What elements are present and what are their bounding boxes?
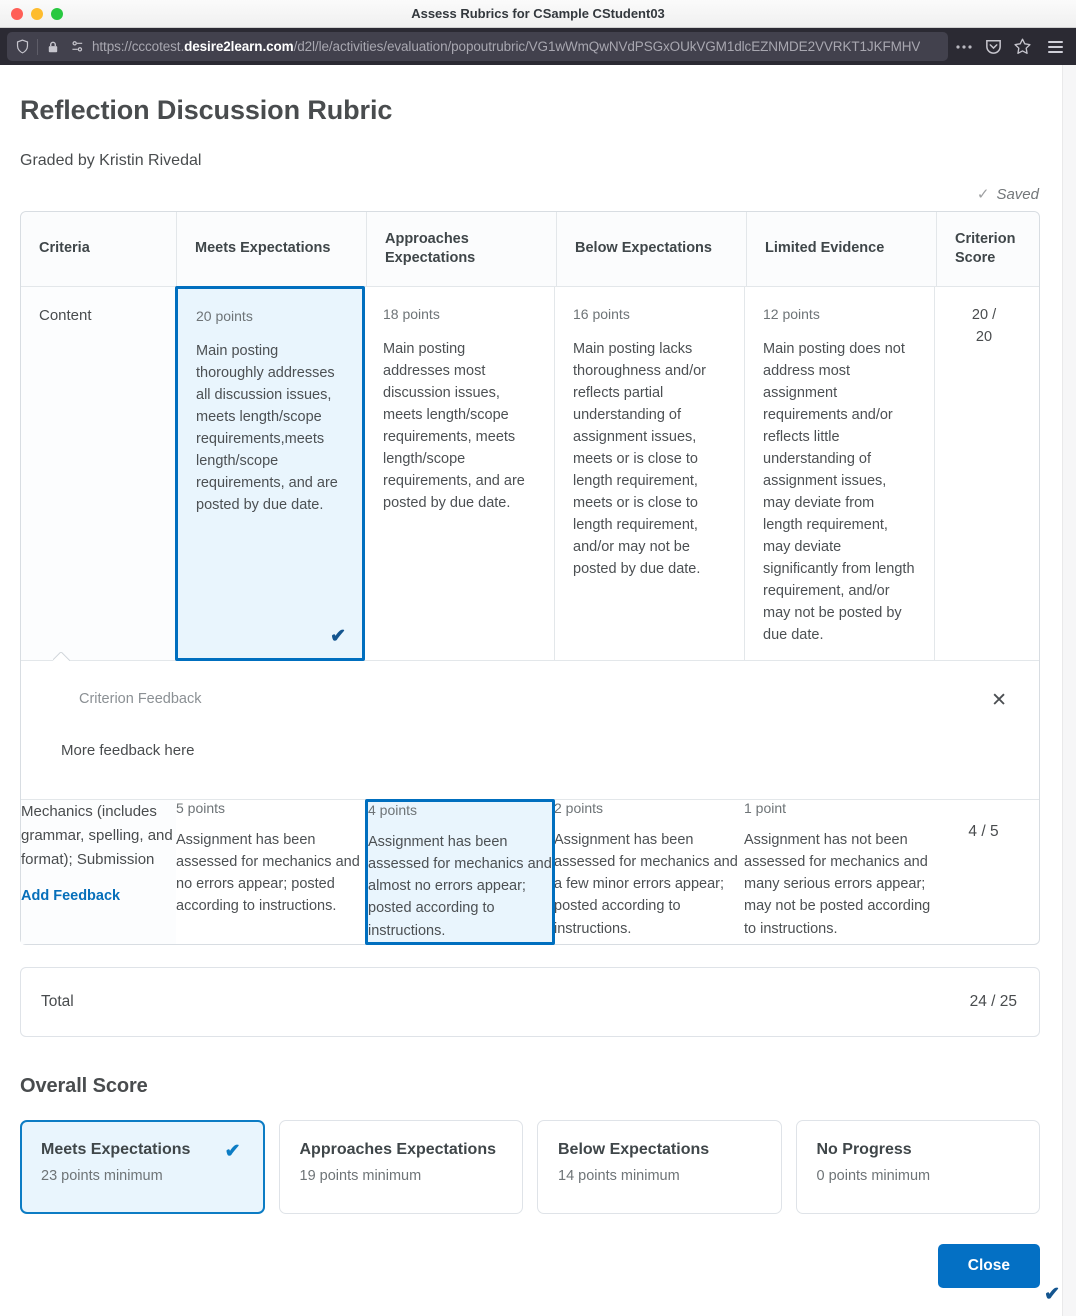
column-header-criterion-score: Criterion Score xyxy=(936,212,1035,286)
level-cell-approaches-expectations[interactable]: 18 points Main posting addresses most di… xyxy=(364,286,554,661)
maximize-window-button[interactable] xyxy=(51,7,63,20)
hamburger-icon[interactable] xyxy=(1041,34,1069,60)
minimize-window-button[interactable] xyxy=(31,7,43,20)
overall-score-card-no-progress[interactable]: No Progress 0 points minimum xyxy=(795,1119,1040,1214)
feedback-pointer-icon xyxy=(53,652,70,661)
graded-by-label: Graded by Kristin Rivedal xyxy=(20,152,202,169)
criterion-feedback-label: Criterion Feedback xyxy=(79,691,202,708)
overall-card-subtitle: 23 points minimum xyxy=(41,1167,163,1184)
criterion-score-line1: 20 / xyxy=(971,306,997,323)
criterion-name-cell: Content xyxy=(21,286,176,661)
selected-check-icon: ✔ xyxy=(330,626,346,648)
level-cell-meets-expectations[interactable]: 5 points Assignment has been assessed fo… xyxy=(176,800,366,943)
close-window-button[interactable] xyxy=(11,7,23,20)
level-points: 18 points xyxy=(383,305,440,322)
dialog-footer: Close xyxy=(20,1243,1040,1288)
url-text[interactable]: https://cccotest.desire2learn.com/d2l/le… xyxy=(92,39,920,54)
overall-card-title: Approaches Expectations xyxy=(299,1140,497,1158)
level-description: Main posting does not address most assig… xyxy=(763,340,915,644)
pocket-icon[interactable] xyxy=(980,34,1006,60)
column-header-limited-evidence: Limited Evidence xyxy=(746,212,936,286)
total-value: 24 / 25 xyxy=(969,992,1017,1010)
column-header-approaches-expectations: Approaches Expectations xyxy=(366,212,556,286)
close-icon[interactable]: ✕ xyxy=(989,691,1009,710)
level-points: 1 point xyxy=(744,800,787,817)
overall-card-subtitle: 14 points minimum xyxy=(558,1167,680,1184)
level-cell-limited-evidence[interactable]: 12 points Main posting does not address … xyxy=(744,286,934,661)
level-description: Assignment has been assessed for mechani… xyxy=(368,834,552,939)
level-points: 2 points xyxy=(554,800,604,817)
criterion-score-cell: 20 / 20 xyxy=(934,286,1033,661)
total-label: Total xyxy=(41,992,74,1010)
level-points: 16 points xyxy=(573,305,630,322)
table-row: Mechanics (includes grammar, spelling, a… xyxy=(21,799,1060,1304)
criterion-name-cell: Mechanics (includes grammar, spelling, a… xyxy=(21,800,176,944)
overall-card-title: No Progress xyxy=(816,1140,912,1158)
permissions-icon[interactable] xyxy=(68,38,86,56)
column-header-criteria: Criteria xyxy=(39,240,90,257)
url-bar[interactable]: https://cccotest.desire2learn.com/d2l/le… xyxy=(7,32,948,61)
page-body: Reflection Discussion Rubric Graded by K… xyxy=(0,65,1076,1316)
window-title: Assess Rubrics for CSample CStudent03 xyxy=(411,6,665,21)
star-icon[interactable] xyxy=(1009,34,1035,60)
overall-card-title: Meets Expectations xyxy=(41,1140,191,1158)
url-scheme: https://cccotest. xyxy=(92,39,185,54)
criterion-label: Content xyxy=(39,306,92,324)
overall-score-cards: Meets Expectations 23 points minimum ✔ A… xyxy=(20,1119,1040,1214)
column-header-below-expectations: Below Expectations xyxy=(556,212,746,286)
overall-card-subtitle: 0 points minimum xyxy=(816,1167,931,1184)
close-button[interactable]: Close xyxy=(937,1243,1040,1288)
criterion-feedback-text[interactable]: More feedback here xyxy=(61,742,1009,759)
overall-score-card-approaches-expectations[interactable]: Approaches Expectations 19 points minimu… xyxy=(278,1119,523,1214)
page-content: Reflection Discussion Rubric Graded by K… xyxy=(0,95,1076,1304)
url-path: /d2l/le/activities/evaluation/popoutrubr… xyxy=(293,39,921,54)
add-feedback-link[interactable]: Add Feedback xyxy=(21,888,120,904)
page-title: Reflection Discussion Rubric xyxy=(20,95,393,125)
saved-status: ✓ Saved xyxy=(20,186,1040,203)
lock-icon[interactable] xyxy=(44,38,62,56)
saved-check-icon: ✓ xyxy=(976,186,990,203)
table-header-row: Criteria Meets Expectations Approaches E… xyxy=(21,212,1039,286)
overall-card-subtitle: 19 points minimum xyxy=(299,1167,422,1184)
level-cell-meets-expectations[interactable]: 20 points Main posting thoroughly addres… xyxy=(175,285,365,662)
criterion-feedback-panel: Criterion Feedback ✕ More feedback here xyxy=(21,660,1039,801)
criterion-label: Mechanics (includes grammar, spelling, a… xyxy=(21,803,173,869)
criterion-score-line2: 20 xyxy=(975,328,993,345)
column-header-meets-expectations: Meets Expectations xyxy=(176,212,366,286)
level-cell-approaches-expectations[interactable]: 4 points Assignment has been assessed fo… xyxy=(365,799,1060,1304)
level-cell-below-expectations[interactable]: 2 points Assignment has been assessed fo… xyxy=(554,800,744,943)
overall-score-heading: Overall Score xyxy=(20,1074,148,1097)
level-cell-limited-evidence[interactable]: 1 point Assignment has not been assessed… xyxy=(744,800,934,943)
urlbar-divider xyxy=(37,38,38,55)
level-cell-below-expectations[interactable]: 16 points Main posting lacks thoroughnes… xyxy=(554,286,744,661)
level-points: 4 points xyxy=(368,802,418,819)
level-description: Main posting addresses most discussion i… xyxy=(383,340,525,512)
level-description: Assignment has been assessed for mechani… xyxy=(554,832,738,937)
feedback-panel-header: Criterion Feedback ✕ xyxy=(61,691,1009,710)
level-description: Assignment has not been assessed for mec… xyxy=(744,832,931,937)
selected-check-icon: ✔ xyxy=(224,1140,241,1162)
overall-card-title: Below Expectations xyxy=(558,1140,710,1158)
window-titlebar: Assess Rubrics for CSample CStudent03 xyxy=(0,0,1076,28)
level-points: 5 points xyxy=(176,800,226,817)
overall-score-card-meets-expectations[interactable]: Meets Expectations 23 points minimum ✔ xyxy=(20,1119,265,1214)
ellipsis-icon[interactable] xyxy=(951,34,977,60)
page-scrollbar[interactable] xyxy=(1062,65,1076,1316)
overall-score-card-below-expectations[interactable]: Below Expectations 14 points minimum xyxy=(537,1119,782,1214)
selected-check-icon: ✔ xyxy=(1044,1284,1060,1305)
criterion-score-cell: 4 / 5 xyxy=(968,823,999,841)
level-description: Assignment has been assessed for mechani… xyxy=(176,832,360,915)
table-row: Content 20 points Main posting thoroughl… xyxy=(21,285,1039,662)
shield-icon[interactable] xyxy=(13,38,31,56)
level-description: Main posting thoroughly addresses all di… xyxy=(196,342,338,514)
browser-toolbar: https://cccotest.desire2learn.com/d2l/le… xyxy=(0,28,1076,65)
level-points: 12 points xyxy=(763,305,820,322)
url-host: desire2learn.com xyxy=(184,39,294,54)
level-points: 20 points xyxy=(196,307,253,324)
total-row: Total 24 / 25 xyxy=(20,966,1040,1037)
rubric-table: Criteria Meets Expectations Approaches E… xyxy=(20,211,1060,1304)
level-description: Main posting lacks thoroughness and/or r… xyxy=(573,340,707,578)
saved-label: Saved xyxy=(996,186,1039,203)
window-traffic-lights xyxy=(0,7,63,20)
